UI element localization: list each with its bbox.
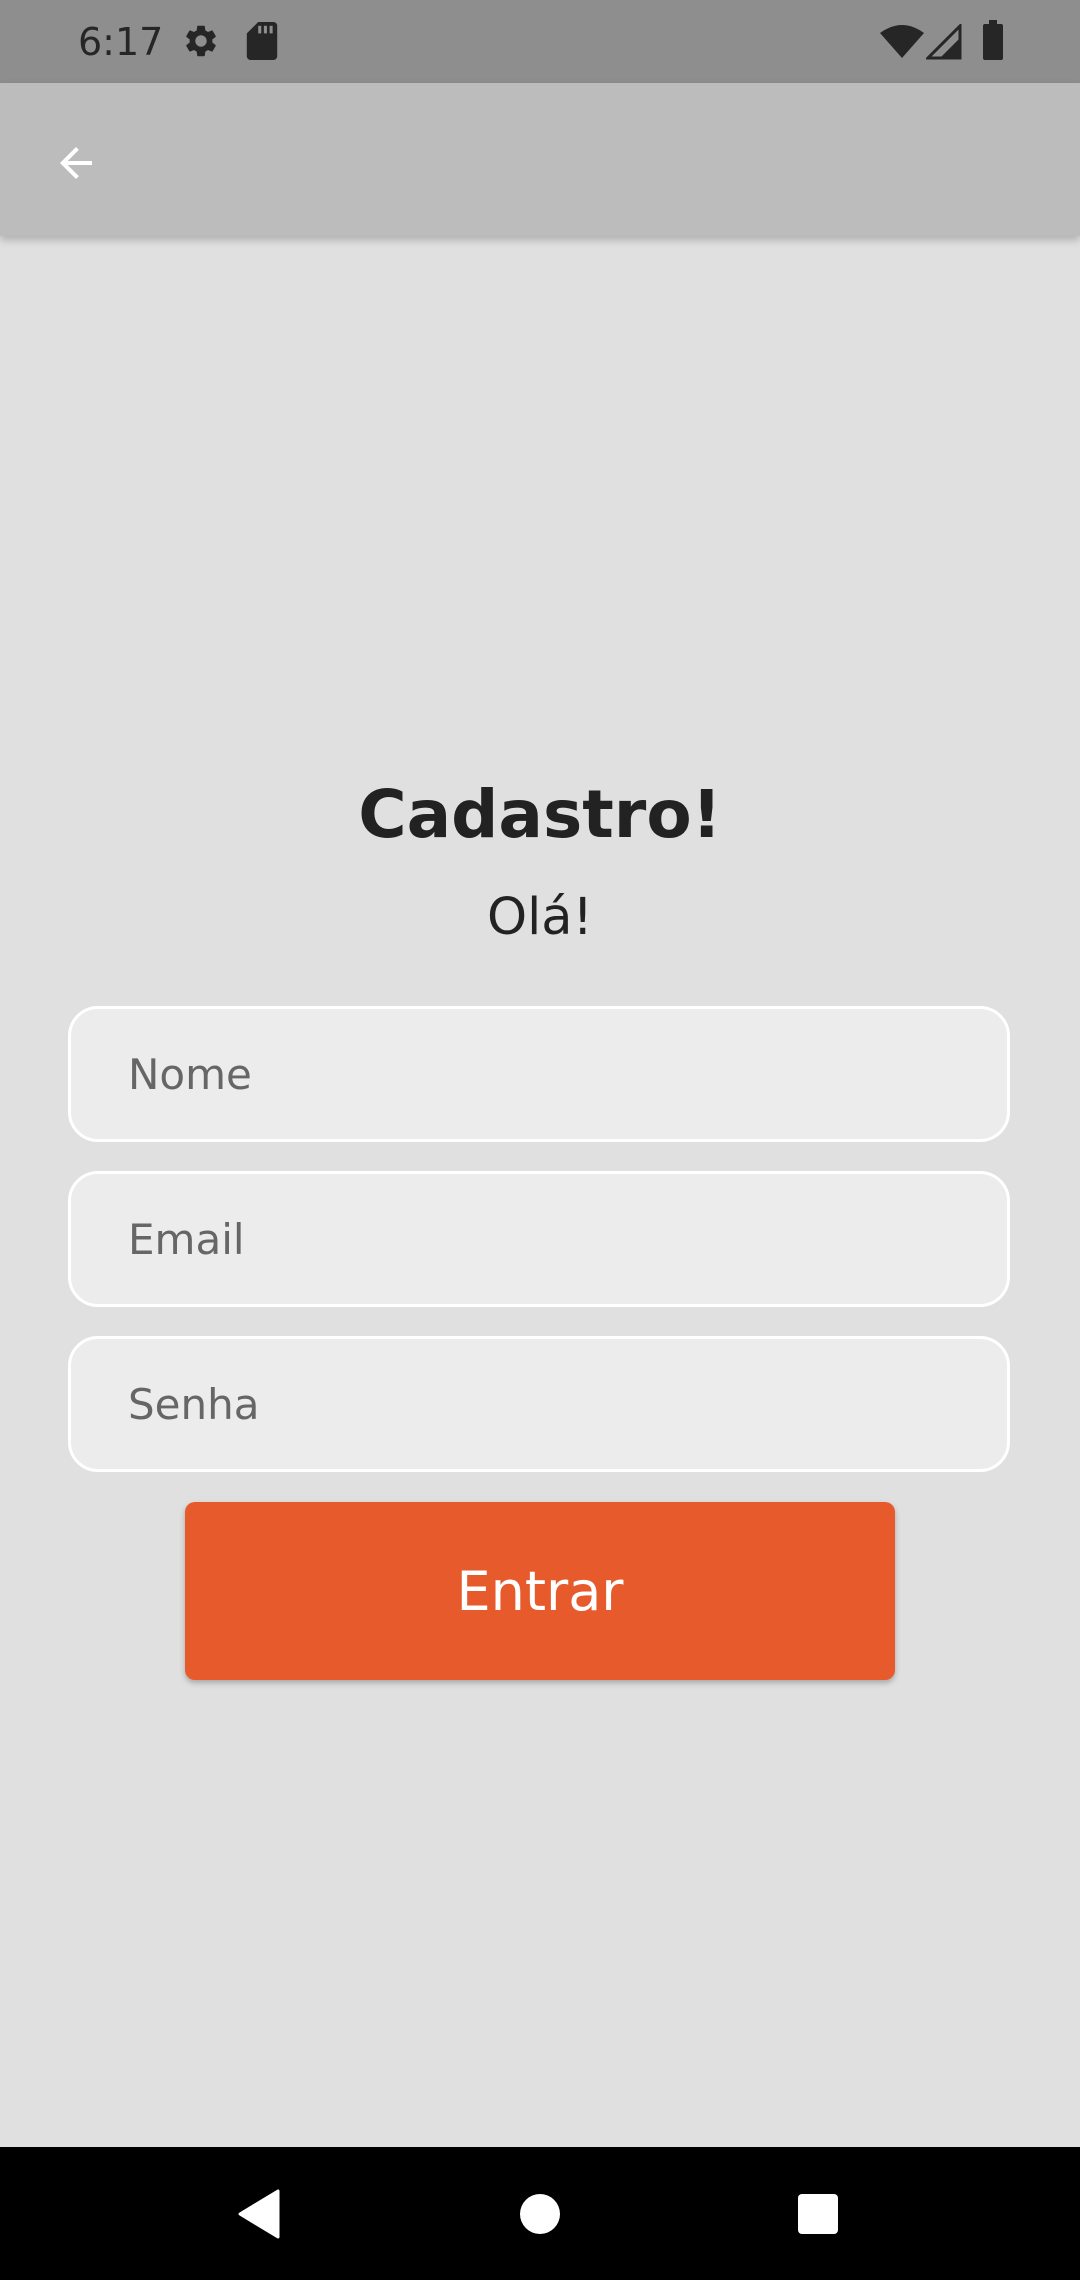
password-input[interactable]	[128, 1339, 948, 1469]
back-button[interactable]	[28, 115, 124, 211]
wifi-icon	[880, 25, 924, 58]
app-bar	[0, 83, 1080, 236]
arrow-back-icon	[60, 147, 92, 179]
recents-square-icon	[798, 2194, 838, 2234]
email-field[interactable]	[68, 1171, 1010, 1307]
name-input[interactable]	[128, 1009, 948, 1139]
submit-button[interactable]: Entrar	[185, 1502, 895, 1680]
nav-recents-button[interactable]	[773, 2169, 863, 2259]
battery-icon	[983, 20, 1003, 60]
name-field[interactable]	[68, 1006, 1010, 1142]
back-triangle-icon	[238, 2189, 280, 2239]
email-input[interactable]	[128, 1174, 948, 1304]
password-field[interactable]	[68, 1336, 1010, 1472]
settings-icon	[186, 25, 216, 57]
nav-back-button[interactable]	[214, 2169, 304, 2259]
page-title: Cadastro!	[358, 776, 722, 853]
nav-home-button[interactable]	[495, 2169, 585, 2259]
sd-card-icon	[246, 22, 278, 60]
signal-icon	[926, 24, 962, 60]
home-circle-icon	[520, 2194, 560, 2234]
status-bar: 6:17	[0, 0, 1080, 83]
submit-button-label: Entrar	[456, 1559, 624, 1623]
status-time: 6:17	[78, 20, 164, 64]
page-subtitle: Olá!	[486, 888, 593, 947]
